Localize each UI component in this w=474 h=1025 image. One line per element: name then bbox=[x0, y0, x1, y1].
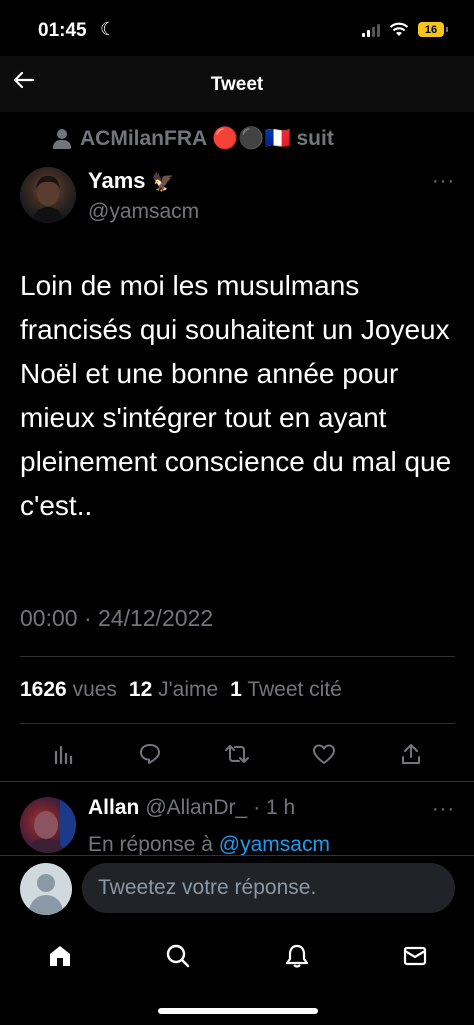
reply-avatar[interactable] bbox=[20, 797, 76, 853]
author-avatar[interactable] bbox=[20, 167, 76, 223]
reply-time: · 1 h bbox=[253, 796, 296, 819]
person-icon bbox=[52, 128, 72, 150]
share-icon[interactable] bbox=[397, 740, 425, 768]
status-indicators: 16 bbox=[362, 22, 448, 37]
wifi-icon bbox=[389, 22, 409, 36]
retweet-icon[interactable] bbox=[223, 740, 251, 768]
social-context-text: ACMilanFRA 🔴⚫🇫🇷 suit bbox=[80, 127, 334, 150]
moon-icon: ☾ bbox=[100, 19, 117, 39]
reply-display-name[interactable]: Allan bbox=[88, 796, 139, 820]
home-indicator bbox=[158, 1008, 318, 1014]
home-icon[interactable] bbox=[40, 938, 80, 974]
divider bbox=[0, 781, 474, 782]
tweet-actions bbox=[0, 740, 474, 768]
eagle-emoji-icon: 🦅 bbox=[151, 172, 175, 192]
page-title: Tweet bbox=[210, 74, 264, 95]
divider bbox=[20, 723, 455, 724]
divider bbox=[20, 656, 455, 657]
reply-input[interactable]: Tweetez votre réponse. bbox=[82, 863, 455, 913]
search-icon[interactable] bbox=[158, 938, 198, 974]
likes-stat[interactable]: 12 J'aime bbox=[129, 678, 218, 702]
views-stat[interactable]: 1626 vues bbox=[20, 678, 117, 702]
reply-header: Allan @AllanDr_ · 1 h bbox=[88, 796, 295, 820]
messages-envelope-icon[interactable] bbox=[395, 938, 435, 974]
replying-to-mention[interactable]: @yamsacm bbox=[219, 833, 330, 856]
status-time: 01:45 bbox=[38, 20, 87, 41]
notifications-bell-icon[interactable] bbox=[277, 938, 317, 974]
battery-icon: 16 bbox=[418, 22, 448, 37]
quotes-stat[interactable]: 1 Tweet cité bbox=[230, 678, 342, 702]
tweet-more-icon[interactable]: ··· bbox=[432, 170, 455, 193]
analytics-icon[interactable] bbox=[49, 740, 77, 768]
tweet-stats: 1626 vues 12 J'aime 1 Tweet cité bbox=[20, 678, 342, 702]
tweet-text: Loin de moi les musulmans francisés qui … bbox=[20, 270, 452, 521]
reply-more-icon[interactable]: ··· bbox=[432, 798, 455, 821]
author-display-name[interactable]: Yams 🦅 bbox=[88, 168, 174, 194]
replying-to: En réponse à @yamsacm bbox=[88, 833, 330, 857]
replying-to-prefix: En réponse à bbox=[88, 833, 213, 856]
social-context[interactable]: ACMilanFRA 🔴⚫🇫🇷 suit bbox=[52, 127, 334, 151]
author-username[interactable]: @yamsacm bbox=[88, 200, 199, 224]
like-heart-icon[interactable] bbox=[310, 740, 338, 768]
tweet-timestamp[interactable]: 00:00 · 24/12/2022 bbox=[20, 605, 213, 632]
reply-icon[interactable] bbox=[136, 740, 164, 768]
default-avatar-icon bbox=[20, 863, 72, 915]
author-name-text: Yams bbox=[88, 168, 146, 193]
reply-username[interactable]: @AllanDr_ bbox=[145, 796, 247, 820]
signal-icon bbox=[362, 23, 380, 37]
